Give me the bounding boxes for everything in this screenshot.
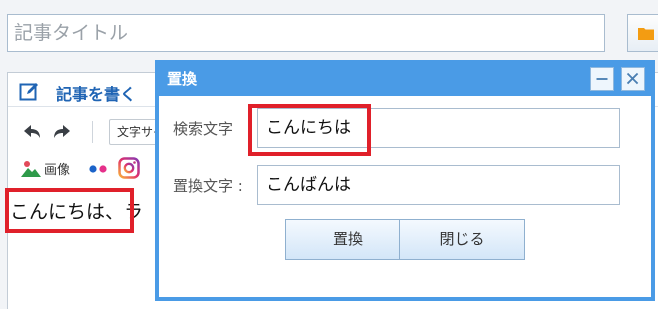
dialog-title: 置換 bbox=[167, 70, 198, 88]
minimize-button[interactable] bbox=[590, 67, 614, 91]
image-button-label[interactable]: 画像 bbox=[44, 159, 70, 178]
folder-icon bbox=[638, 28, 654, 40]
editor-content[interactable]: こんにちは、ラ bbox=[10, 197, 143, 224]
search-input[interactable]: こんにちは bbox=[257, 108, 620, 148]
image-icon[interactable] bbox=[21, 159, 41, 177]
instagram-icon[interactable] bbox=[118, 157, 140, 179]
edit-icon bbox=[19, 83, 38, 101]
replace-button[interactable]: 置換 bbox=[285, 219, 411, 260]
replace-label: 置換文字 : bbox=[173, 177, 243, 195]
undo-icon[interactable] bbox=[22, 123, 42, 141]
close-button[interactable] bbox=[621, 67, 645, 91]
close-dialog-button[interactable]: 閉じる bbox=[399, 219, 525, 260]
redo-icon[interactable] bbox=[52, 123, 72, 141]
search-label: 検索文字 bbox=[173, 120, 234, 138]
article-title-input[interactable]: 記事タイトル bbox=[7, 14, 605, 52]
folder-button[interactable] bbox=[627, 14, 658, 52]
replace-input[interactable]: こんばんは bbox=[257, 165, 620, 205]
replace-dialog: 置換 検索文字 こんにちは 置換文字 : こんばんは 置換 閉じる bbox=[155, 60, 655, 301]
toolbar-divider bbox=[92, 121, 93, 143]
flickr-icon[interactable] bbox=[88, 165, 110, 173]
dialog-titlebar: 置換 bbox=[155, 60, 655, 94]
dialog-body: 検索文字 こんにちは 置換文字 : こんばんは 置換 閉じる bbox=[159, 96, 651, 297]
minimize-icon bbox=[596, 78, 608, 80]
close-icon bbox=[626, 72, 639, 85]
editor-title: 記事を書く bbox=[56, 85, 137, 104]
